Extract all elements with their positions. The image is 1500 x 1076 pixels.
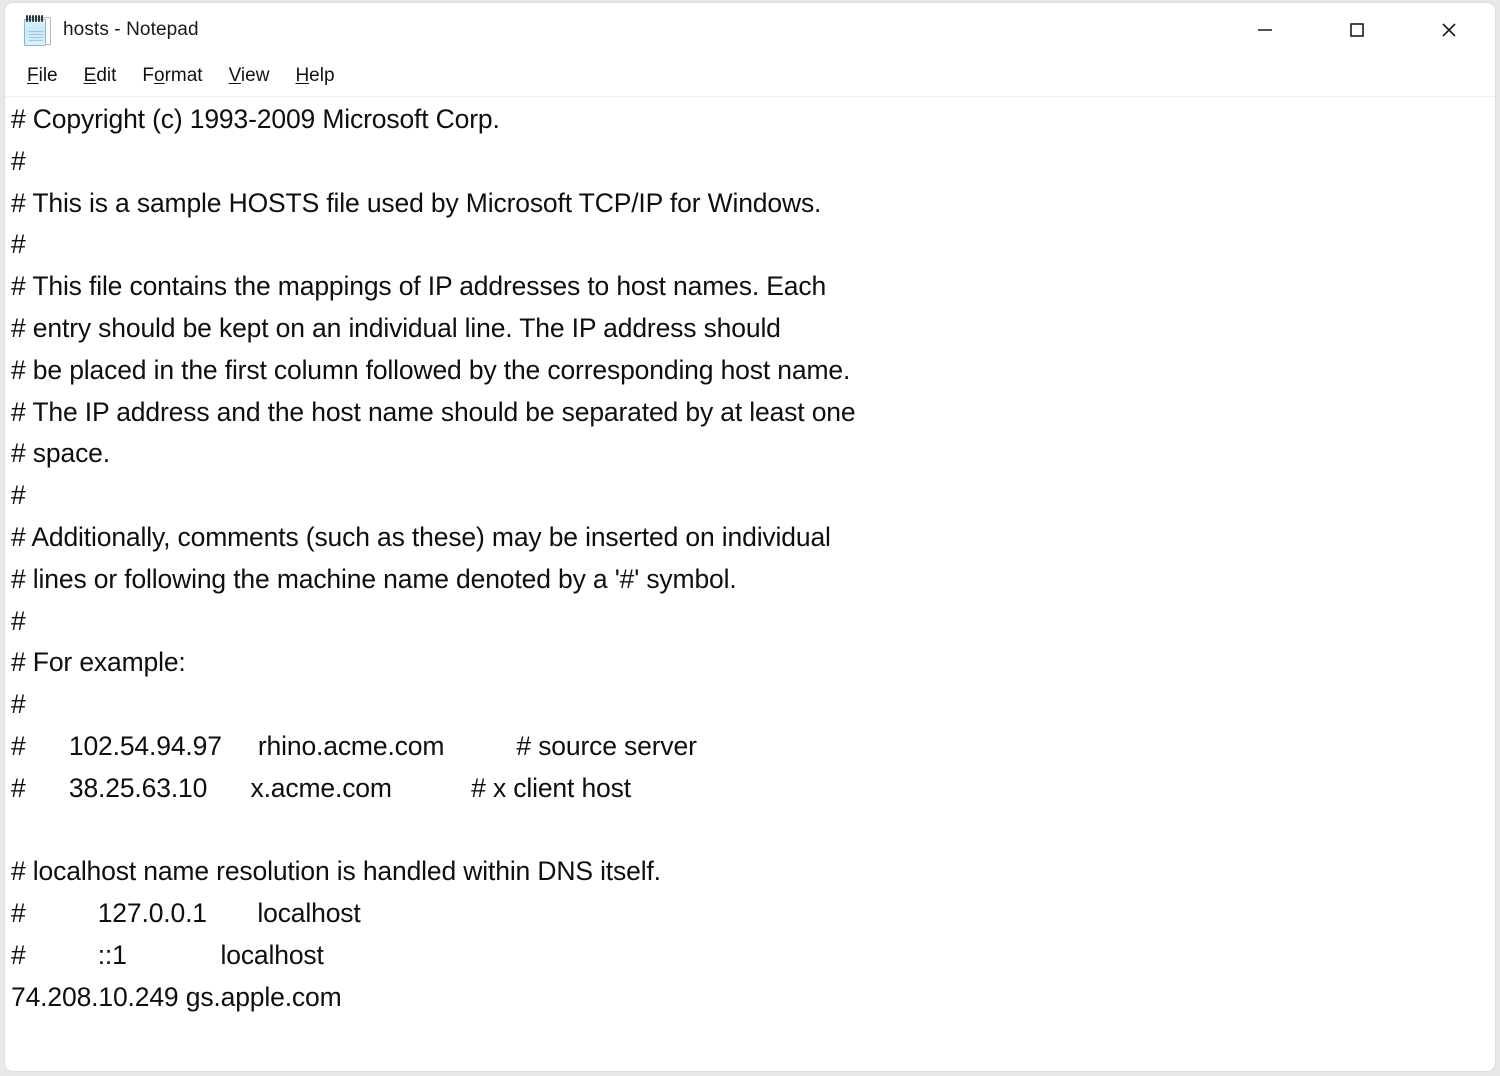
text-line: # ::1 localhost: [11, 939, 324, 970]
text-line: #: [11, 605, 26, 636]
text-line: # be placed in the first column followed…: [11, 354, 851, 385]
maximize-icon: [1350, 22, 1364, 37]
hosts-file-content[interactable]: # Copyright (c) 1993-2009 Microsoft Corp…: [11, 99, 1495, 1019]
text-line: # The IP address and the host name shoul…: [11, 396, 856, 427]
text-line: # Additionally, comments (such as these)…: [11, 521, 831, 552]
text-line: # This file contains the mappings of IP …: [11, 271, 827, 302]
notepad-icon: [23, 14, 51, 46]
menu-item-help[interactable]: Help: [282, 62, 347, 91]
window-title: hosts - Notepad: [63, 18, 199, 40]
text-line: # localhost name resolution is handled w…: [11, 856, 661, 887]
text-line: # For example:: [11, 647, 186, 678]
menu-item-edit[interactable]: Edit: [71, 62, 130, 91]
close-icon: [1442, 22, 1456, 37]
text-line: # 102.54.94.97 rhino.acme.com # source s…: [11, 730, 697, 761]
text-line: # entry should be kept on an individual …: [11, 312, 781, 343]
text-line: #: [11, 145, 26, 176]
text-line: 74.208.10.249 gs.apple.com: [11, 981, 342, 1012]
menu-bar: File Edit Format View Help: [5, 56, 1495, 97]
text-line: #: [11, 689, 26, 720]
text-line: # This is a sample HOSTS file used by Mi…: [11, 187, 822, 218]
notepad-window: hosts - Notepad File Edit Format View He…: [4, 2, 1496, 1072]
minimize-icon: [1258, 28, 1272, 31]
window-controls: [1219, 3, 1495, 56]
title-bar[interactable]: hosts - Notepad: [5, 3, 1495, 56]
close-button[interactable]: [1403, 3, 1495, 56]
text-line: #: [11, 480, 26, 511]
text-line: # 127.0.0.1 localhost: [11, 898, 361, 929]
menu-item-format[interactable]: Format: [129, 62, 215, 91]
text-line: # lines or following the machine name de…: [11, 563, 737, 594]
text-line: #: [11, 229, 26, 260]
text-line: [11, 810, 1495, 852]
maximize-button[interactable]: [1311, 3, 1403, 56]
text-line: # 38.25.63.10 x.acme.com # x client host: [11, 772, 631, 803]
menu-item-file[interactable]: File: [14, 62, 71, 91]
text-line: # space.: [11, 438, 110, 469]
menu-item-view[interactable]: View: [216, 62, 283, 91]
title-bar-left: hosts - Notepad: [5, 14, 199, 46]
minimize-button[interactable]: [1219, 3, 1311, 56]
text-line: # Copyright (c) 1993-2009 Microsoft Corp…: [11, 104, 500, 134]
text-editor-area[interactable]: # Copyright (c) 1993-2009 Microsoft Corp…: [5, 97, 1495, 1071]
